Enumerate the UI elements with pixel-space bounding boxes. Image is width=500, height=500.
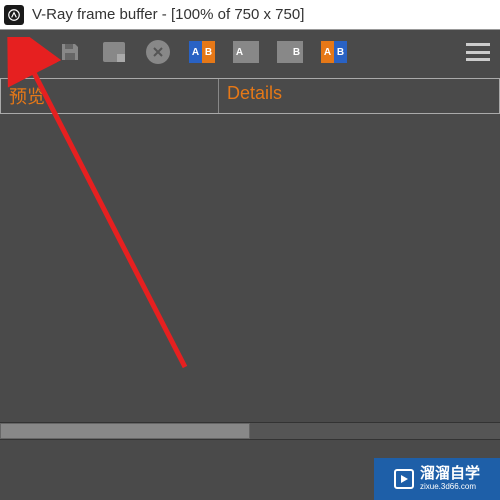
content-area: 预览 Details — [0, 78, 500, 114]
scroll-thumb[interactable] — [0, 423, 250, 439]
ab-swap-icon: A B — [321, 41, 347, 63]
watermark: 溜溜自学 zixue.3d66.com — [374, 458, 500, 500]
watermark-url: zixue.3d66.com — [420, 483, 480, 492]
menu-button[interactable] — [466, 43, 490, 61]
column-details[interactable]: Details — [219, 79, 499, 113]
ab-compare-button[interactable]: A B — [186, 36, 218, 68]
power-button[interactable] — [10, 36, 42, 68]
close-button[interactable] — [142, 36, 174, 68]
a-channel-button[interactable]: A — [230, 36, 262, 68]
toolbar: A B A B A B — [0, 30, 500, 74]
ab-compare-icon: A B — [189, 41, 215, 63]
table-header: 预览 Details — [0, 78, 500, 114]
play-icon — [394, 469, 414, 489]
window-title: V-Ray frame buffer - [100% of 750 x 750] — [32, 6, 304, 23]
clear-button[interactable] — [98, 36, 130, 68]
watermark-brand: 溜溜自学 — [420, 466, 480, 483]
b-channel-icon: B — [277, 41, 303, 63]
column-preview[interactable]: 预览 — [1, 79, 219, 113]
title-bar: V-Ray frame buffer - [100% of 750 x 750] — [0, 0, 500, 30]
b-channel-button[interactable]: B — [274, 36, 306, 68]
ab-swap-button[interactable]: A B — [318, 36, 350, 68]
close-icon — [146, 40, 170, 64]
save-button[interactable] — [54, 36, 86, 68]
a-channel-icon: A — [233, 41, 259, 63]
app-logo — [4, 5, 24, 25]
horizontal-scrollbar[interactable] — [0, 422, 500, 440]
